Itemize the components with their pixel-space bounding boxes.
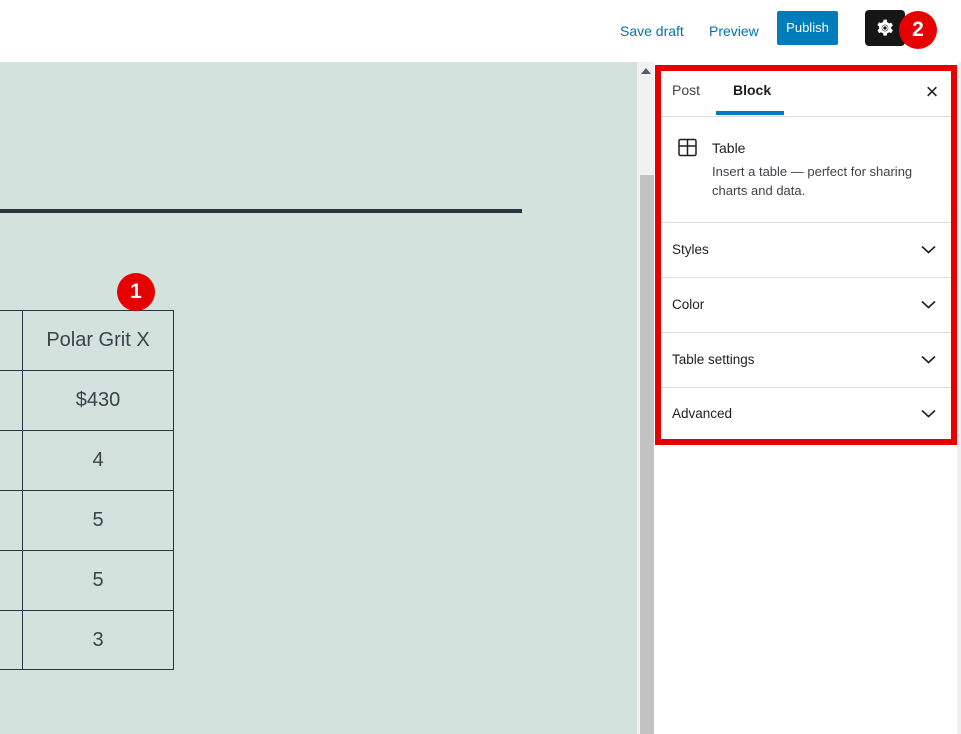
panel-label: Advanced <box>672 406 732 421</box>
annotation-badge-2: 2 <box>899 11 937 49</box>
panel-styles[interactable]: Styles <box>654 222 951 277</box>
scrollbar-thumb[interactable] <box>640 175 654 734</box>
panel-label: Styles <box>672 242 709 257</box>
panel-color[interactable]: Color <box>654 277 951 332</box>
panel-label: Table settings <box>672 352 755 367</box>
panel-advanced[interactable]: Advanced <box>654 387 951 439</box>
panel-table-settings[interactable]: Table settings <box>654 332 951 387</box>
table-row: Polar Grit X <box>0 311 174 371</box>
canvas-scrollbar[interactable] <box>637 62 654 734</box>
table-row: $430 <box>0 371 174 431</box>
divider <box>660 116 951 117</box>
table-cell-cutoff[interactable] <box>0 371 23 431</box>
sidebar-scrollbar-track[interactable] <box>957 62 961 734</box>
chevron-down-icon <box>921 409 936 418</box>
panel-label: Color <box>672 297 704 312</box>
content-table[interactable]: Polar Grit X $430 4 5 5 3 <box>0 310 174 670</box>
table-cell-cutoff[interactable] <box>0 551 23 611</box>
table-header-cell[interactable]: Polar Grit X <box>23 311 174 371</box>
table-cell[interactable]: 4 <box>23 431 174 491</box>
active-tab-underline <box>716 111 784 115</box>
editor-top-bar: Save draft Preview Publish <box>0 0 961 62</box>
chevron-down-icon <box>921 300 936 309</box>
scroll-up-arrow-icon[interactable] <box>641 68 651 74</box>
table-cell[interactable]: $430 <box>23 371 174 431</box>
block-card-description: Insert a table — perfect for sharing cha… <box>712 162 950 200</box>
editor-canvas[interactable]: Polar Grit X $430 4 5 5 3 <box>0 62 637 734</box>
save-draft-link[interactable]: Save draft <box>620 23 684 39</box>
table-cell-cutoff[interactable] <box>0 491 23 551</box>
gear-icon <box>875 18 895 38</box>
table-cell-cutoff[interactable] <box>0 611 23 670</box>
heading-underline-rule <box>0 209 522 213</box>
settings-sidebar: Post Block × Table Insert a table — perf… <box>654 62 957 734</box>
table-cell[interactable]: 5 <box>23 491 174 551</box>
table-cell-cutoff[interactable] <box>0 431 23 491</box>
chevron-down-icon <box>921 245 936 254</box>
table-cell-cutoff[interactable] <box>0 311 23 371</box>
tab-block[interactable]: Block <box>733 82 771 98</box>
publish-button[interactable]: Publish <box>777 11 838 45</box>
table-row: 5 <box>0 551 174 611</box>
table-cell[interactable]: 5 <box>23 551 174 611</box>
table-row: 3 <box>0 611 174 670</box>
table-grid-icon <box>678 138 697 157</box>
preview-link[interactable]: Preview <box>709 23 759 39</box>
tab-post[interactable]: Post <box>672 82 700 98</box>
close-sidebar-button[interactable]: × <box>918 78 946 106</box>
table-row: 4 <box>0 431 174 491</box>
table-cell[interactable]: 3 <box>23 611 174 670</box>
block-card-title: Table <box>712 140 745 156</box>
table-row: 5 <box>0 491 174 551</box>
annotation-badge-1: 1 <box>117 273 155 311</box>
chevron-down-icon <box>921 355 936 364</box>
